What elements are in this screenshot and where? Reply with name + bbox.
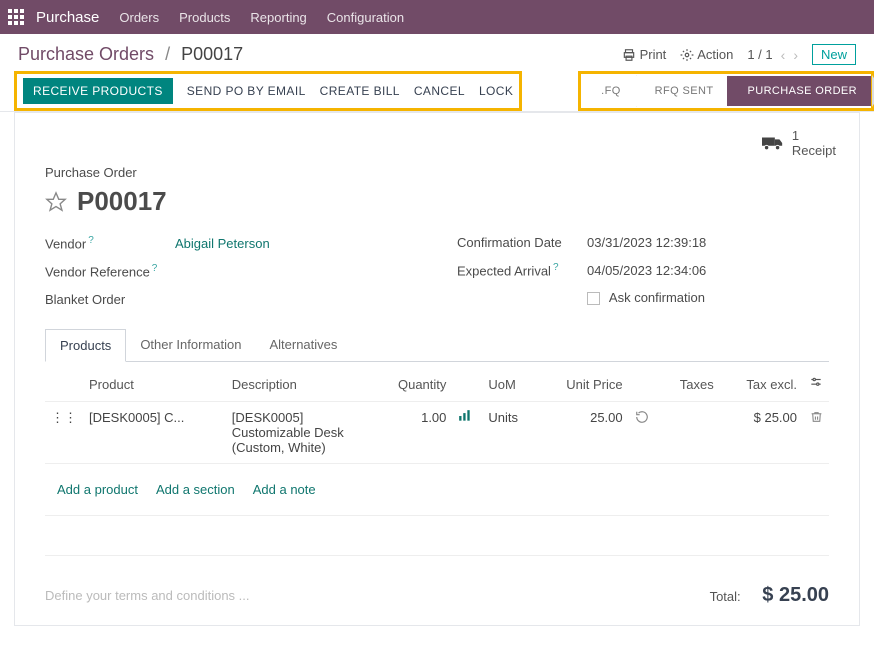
total-label: Total: bbox=[710, 589, 741, 604]
receive-products-button[interactable]: RECEIVE PRODUCTS bbox=[23, 78, 173, 104]
delete-row-icon[interactable] bbox=[810, 410, 823, 424]
terms-field[interactable]: Define your terms and conditions ... bbox=[45, 588, 250, 603]
add-note-link[interactable]: Add a note bbox=[253, 482, 316, 497]
send-po-button[interactable]: SEND PO BY EMAIL bbox=[187, 84, 306, 98]
printer-icon bbox=[622, 48, 636, 62]
col-quantity[interactable]: Quantity bbox=[372, 368, 452, 402]
pager: 1 / 1 ‹ › bbox=[747, 47, 798, 63]
top-navbar: Purchase Orders Products Reporting Confi… bbox=[0, 0, 874, 34]
help-icon[interactable]: ? bbox=[152, 263, 158, 274]
add-section-link[interactable]: Add a section bbox=[156, 482, 235, 497]
receipt-label: Receipt bbox=[792, 143, 836, 158]
col-tax-excl[interactable]: Tax excl. bbox=[720, 368, 803, 402]
po-caption: Purchase Order bbox=[45, 165, 829, 180]
action-buttons-highlight: RECEIVE PRODUCTS SEND PO BY EMAIL CREATE… bbox=[14, 71, 522, 111]
status-rfq[interactable]: .FQ bbox=[581, 76, 635, 106]
breadcrumb-current: P00017 bbox=[181, 44, 243, 64]
new-button[interactable]: New bbox=[812, 44, 856, 65]
pager-count: 1 / 1 bbox=[747, 47, 772, 62]
cell-uom[interactable]: Units bbox=[482, 401, 537, 463]
form-footer: Define your terms and conditions ... Tot… bbox=[15, 566, 859, 625]
confirmation-date-label: Confirmation Date bbox=[457, 235, 587, 250]
star-icon[interactable] bbox=[45, 191, 67, 213]
table-row[interactable]: ⋮⋮ [DESK0005] C... [DESK0005] Customizab… bbox=[45, 401, 829, 463]
status-steps-highlight: .FQ RFQ SENT PURCHASE ORDER bbox=[578, 71, 874, 111]
menu-reporting[interactable]: Reporting bbox=[250, 10, 306, 25]
tab-alternatives[interactable]: Alternatives bbox=[255, 329, 351, 361]
drag-handle-icon[interactable]: ⋮⋮ bbox=[45, 401, 83, 463]
menu-products[interactable]: Products bbox=[179, 10, 230, 25]
truck-icon bbox=[762, 135, 784, 151]
col-taxes[interactable]: Taxes bbox=[659, 368, 720, 402]
cancel-button[interactable]: CANCEL bbox=[414, 84, 465, 98]
tab-products[interactable]: Products bbox=[45, 329, 126, 362]
help-icon[interactable]: ? bbox=[88, 235, 94, 246]
breadcrumb-root[interactable]: Purchase Orders bbox=[18, 44, 154, 64]
cell-taxes[interactable] bbox=[659, 401, 720, 463]
cell-product[interactable]: [DESK0005] C... bbox=[83, 401, 226, 463]
po-name: P00017 bbox=[77, 186, 167, 217]
help-icon[interactable]: ? bbox=[553, 262, 559, 273]
forecast-icon[interactable] bbox=[458, 410, 472, 422]
total-value: $ 25.00 bbox=[762, 584, 829, 606]
pager-prev[interactable]: ‹ bbox=[781, 47, 786, 63]
refresh-icon[interactable] bbox=[635, 410, 649, 424]
receipt-stat-button[interactable]: 1 Receipt bbox=[757, 125, 841, 161]
app-title[interactable]: Purchase bbox=[36, 9, 99, 26]
checkbox-icon[interactable] bbox=[587, 292, 600, 305]
apps-icon[interactable] bbox=[8, 9, 24, 25]
blanket-label: Blanket Order bbox=[45, 292, 175, 307]
ask-confirmation-field[interactable]: Ask confirmation bbox=[587, 290, 705, 305]
pager-next[interactable]: › bbox=[793, 47, 798, 63]
print-button[interactable]: Print bbox=[622, 47, 666, 63]
expected-arrival-label: Expected Arrival? bbox=[457, 262, 587, 278]
order-lines-table: Product Description Quantity UoM Unit Pr… bbox=[45, 368, 829, 556]
cell-tax-excl: $ 25.00 bbox=[720, 401, 803, 463]
expected-arrival-value[interactable]: 04/05/2023 12:34:06 bbox=[587, 263, 706, 278]
menu-orders[interactable]: Orders bbox=[119, 10, 159, 25]
add-product-link[interactable]: Add a product bbox=[57, 482, 138, 497]
receipt-count: 1 bbox=[792, 128, 836, 143]
action-button[interactable]: Action bbox=[680, 47, 733, 63]
vendor-field[interactable]: Abigail Peterson bbox=[175, 236, 270, 251]
vendor-ref-label: Vendor Reference? bbox=[45, 263, 175, 279]
view-header: Purchase Orders / P00017 Print Action 1 … bbox=[0, 34, 874, 71]
menu-configuration[interactable]: Configuration bbox=[327, 10, 404, 25]
col-description[interactable]: Description bbox=[226, 368, 372, 402]
vendor-label: Vendor? bbox=[45, 235, 175, 251]
main-menu: Orders Products Reporting Configuration bbox=[119, 10, 404, 25]
create-bill-button[interactable]: CREATE BILL bbox=[320, 84, 400, 98]
status-rfq-sent[interactable]: RFQ SENT bbox=[635, 76, 728, 106]
cell-quantity[interactable]: 1.00 bbox=[372, 401, 452, 463]
tabs: Products Other Information Alternatives bbox=[45, 329, 829, 362]
adjust-columns-icon[interactable] bbox=[809, 376, 823, 390]
breadcrumb: Purchase Orders / P00017 bbox=[18, 44, 243, 65]
gear-icon bbox=[680, 48, 694, 62]
col-product[interactable]: Product bbox=[83, 368, 226, 402]
col-uom[interactable]: UoM bbox=[482, 368, 537, 402]
control-bar: RECEIVE PRODUCTS SEND PO BY EMAIL CREATE… bbox=[0, 71, 874, 112]
tab-other-info[interactable]: Other Information bbox=[126, 329, 255, 361]
status-purchase-order[interactable]: PURCHASE ORDER bbox=[727, 76, 871, 106]
form-sheet: 1 Receipt Purchase Order P00017 Vendor? … bbox=[14, 112, 860, 626]
confirmation-date-value: 03/31/2023 12:39:18 bbox=[587, 235, 706, 250]
col-unit-price[interactable]: Unit Price bbox=[538, 368, 629, 402]
cell-description[interactable]: [DESK0005] Customizable Desk (Custom, Wh… bbox=[226, 401, 372, 463]
cell-unit-price[interactable]: 25.00 bbox=[538, 401, 629, 463]
lock-button[interactable]: LOCK bbox=[479, 84, 513, 98]
